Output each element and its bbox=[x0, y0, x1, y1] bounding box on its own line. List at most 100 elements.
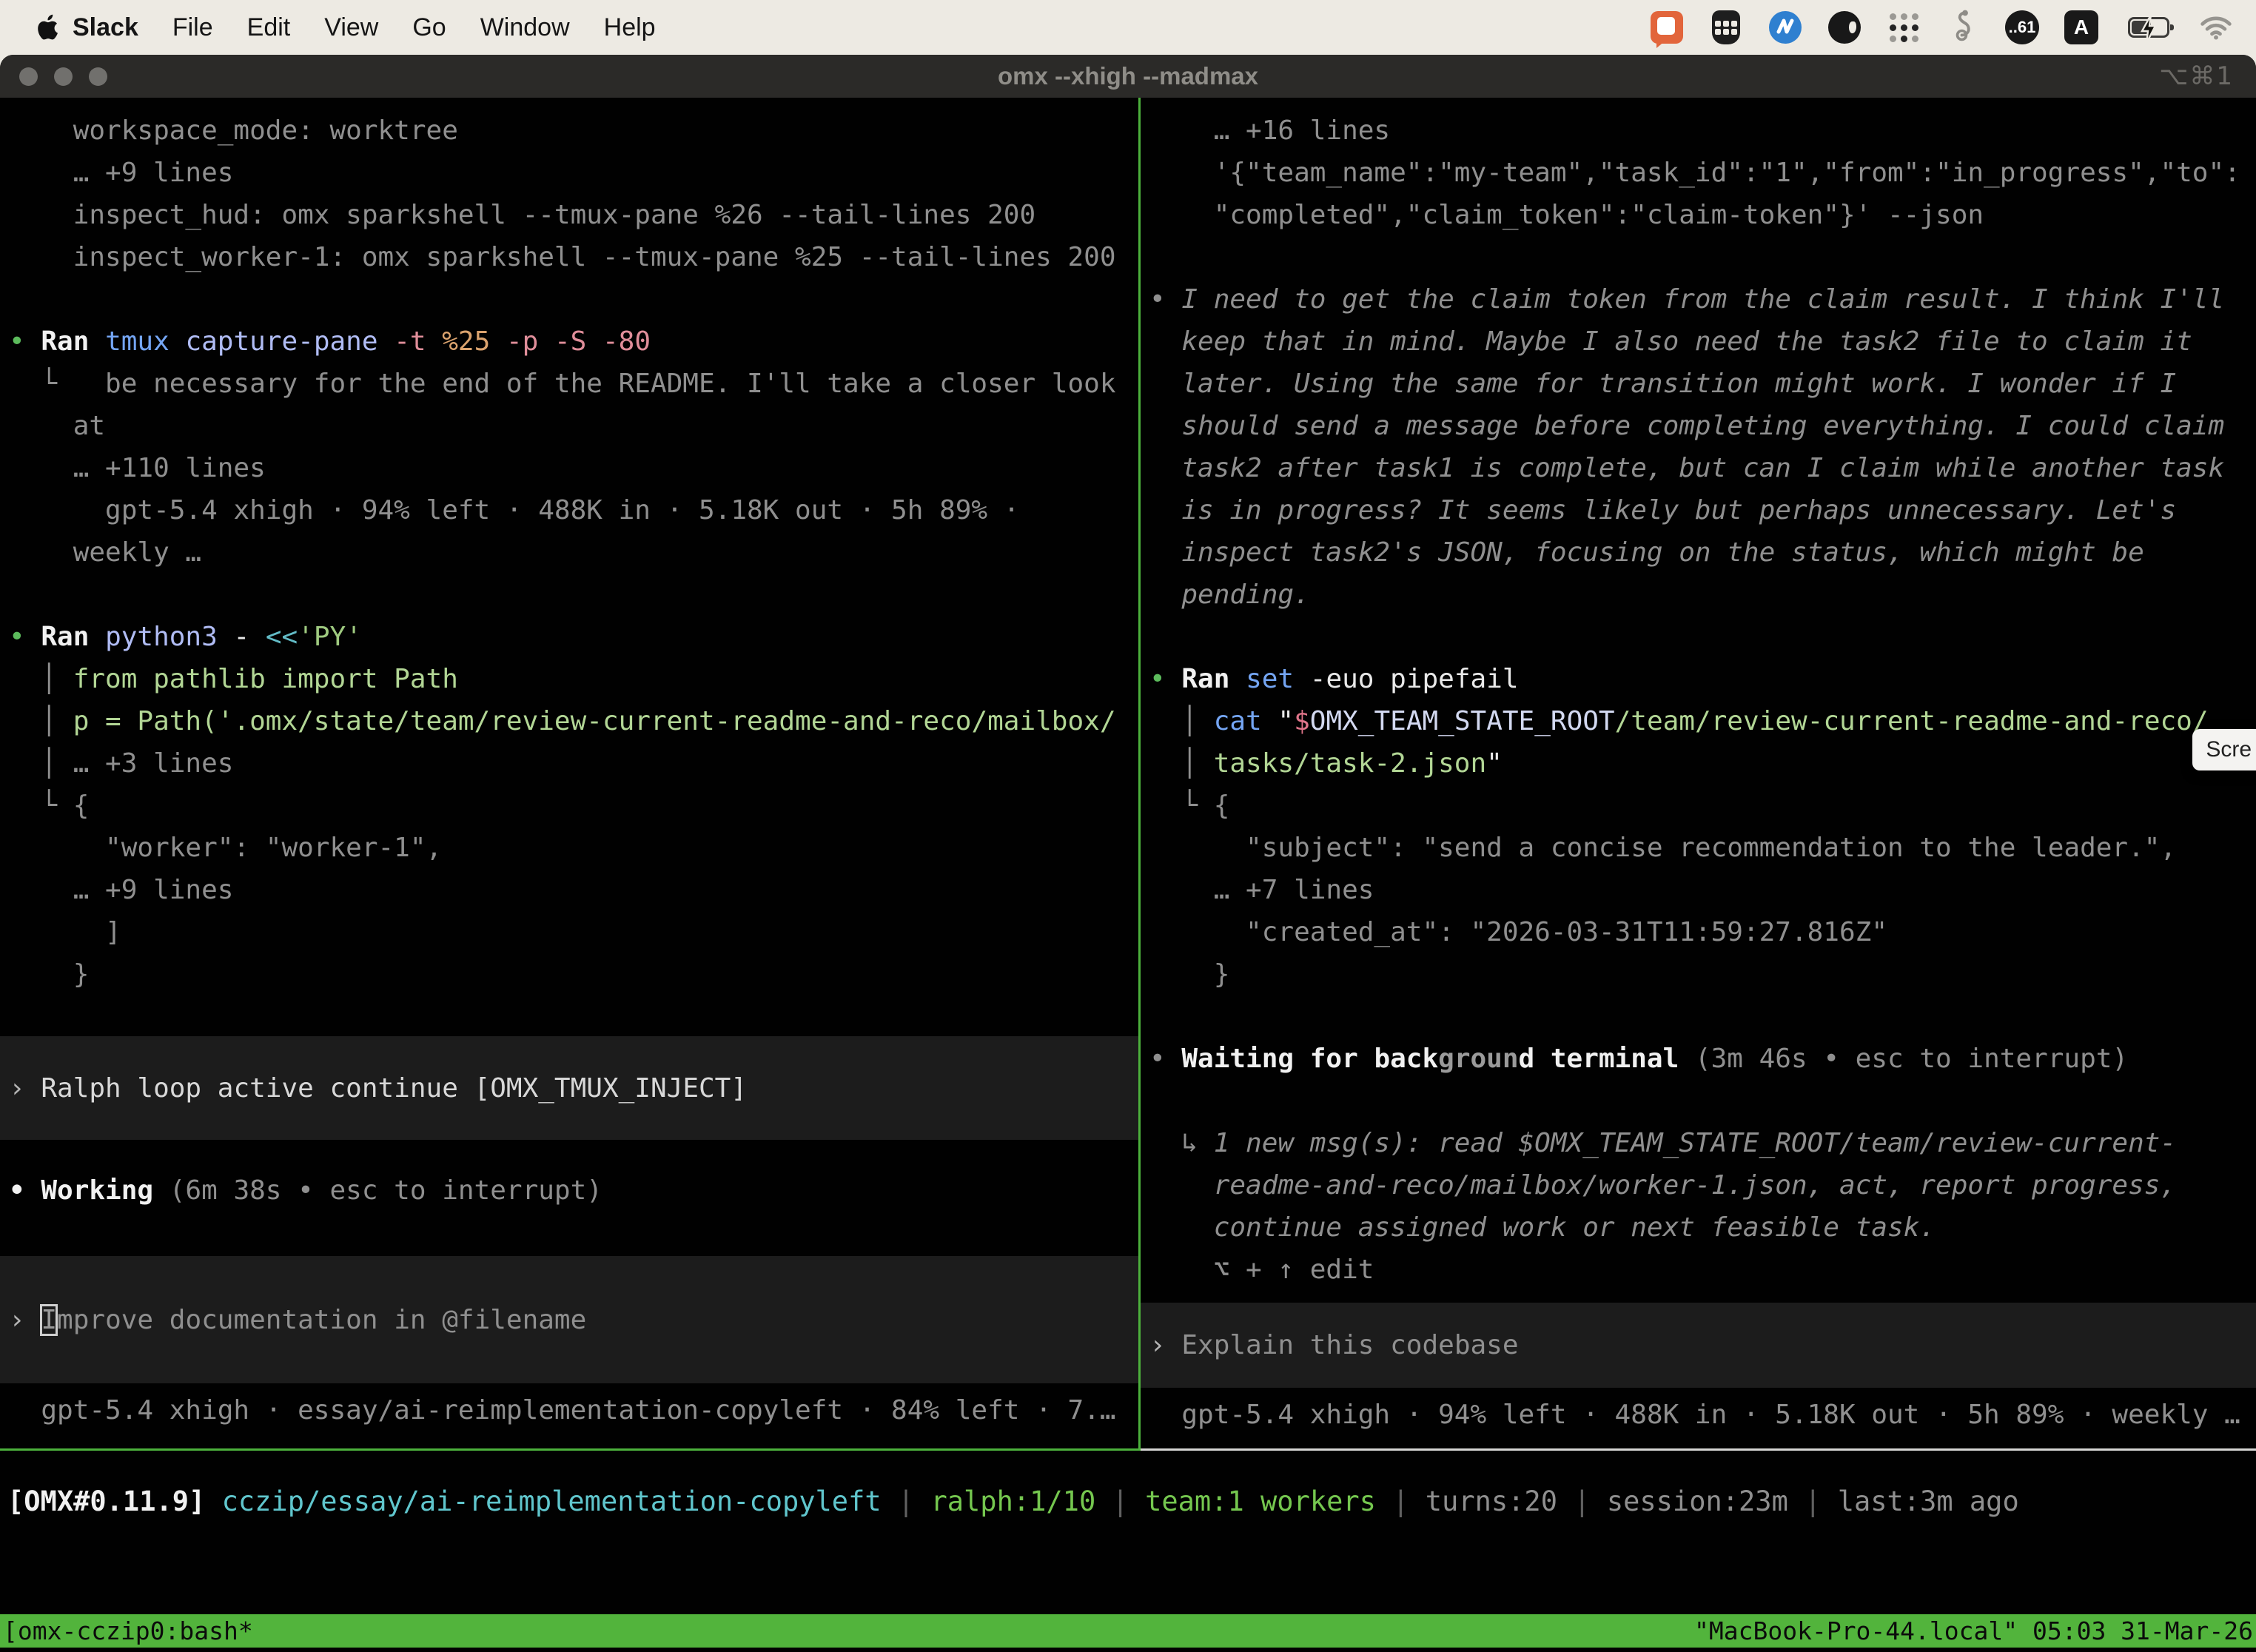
terminal-line: • Ran tmux capture-pane -t %25 -p -S -80 bbox=[0, 320, 1138, 363]
text-segment: › bbox=[1149, 1330, 1181, 1360]
menubar-status-icons: ..61 A bbox=[1649, 10, 2234, 45]
terminal-line: workspace_mode: worktree bbox=[0, 110, 1138, 152]
text-segment: … +9 lines bbox=[9, 875, 233, 905]
terminal-line: should send a message before completing … bbox=[1141, 405, 2256, 447]
terminal-line: readme-and-reco/mailbox/worker-1.json, a… bbox=[1141, 1164, 2256, 1206]
wifi-icon[interactable] bbox=[2198, 10, 2234, 45]
text-segment: session:23m bbox=[1607, 1485, 1805, 1517]
text-segment: keep that in mind. Maybe I also need the… bbox=[1149, 326, 2192, 357]
terminal-line: │ from pathlib import Path bbox=[0, 658, 1138, 700]
spacer bbox=[0, 1140, 1138, 1169]
text-segment: OMX_TEAM_STATE_ROOT bbox=[1310, 706, 1615, 736]
menu-item-slack[interactable]: Slack bbox=[73, 13, 138, 42]
terminal-line: • Ran python3 - <<'PY' bbox=[0, 616, 1138, 658]
text-segment: │ bbox=[9, 706, 73, 736]
terminal-line: task2 after task1 is complete, but can I… bbox=[1141, 447, 2256, 489]
text-segment: └ { bbox=[1149, 790, 1229, 821]
text-segment: Ran bbox=[41, 326, 105, 357]
text-segment: • bbox=[9, 622, 41, 652]
terminal-line: weekly … bbox=[0, 531, 1138, 574]
text-segment: from pathlib import Path bbox=[73, 664, 458, 694]
squiggle-icon[interactable] bbox=[1945, 10, 1981, 45]
count-badge-icon[interactable]: ..61 bbox=[2004, 10, 2040, 45]
menu-item-file[interactable]: File bbox=[172, 13, 213, 42]
text-segment: [OMX#0.11.9] bbox=[7, 1485, 222, 1517]
pane-hud[interactable]: workspace_mode: worktree … +9 lines insp… bbox=[0, 98, 1138, 1451]
text-segment: cczip/essay/ai-reimplementation-copyleft bbox=[222, 1485, 898, 1517]
terminal-line: gpt-5.4 xhigh · essay/ai-reimplementatio… bbox=[0, 1389, 1138, 1431]
text-segment: ] bbox=[9, 917, 121, 947]
pane-worker-1[interactable]: … +16 lines '{"team_name":"my-team","tas… bbox=[1141, 98, 2256, 1451]
tmux-panes: workspace_mode: worktree … +9 lines insp… bbox=[0, 98, 2256, 1451]
text-segment: set bbox=[1246, 664, 1310, 694]
text-segment: turns:20 bbox=[1426, 1485, 1574, 1517]
prompt-input-row[interactable]: › Explain this codebase bbox=[1141, 1303, 2256, 1388]
text-segment: inspect task2's JSON, focusing on the st… bbox=[1149, 537, 2144, 568]
terminal-line: later. Using the same for transition mig… bbox=[1141, 363, 2256, 405]
zoom-button[interactable] bbox=[89, 67, 107, 86]
text-segment: "completed","claim_token":"claim-token"}… bbox=[1149, 200, 1984, 230]
terminal-line: │ tasks/task-2.json" bbox=[1141, 742, 2256, 785]
terminal-line bbox=[0, 574, 1138, 616]
text-segment: " bbox=[1278, 706, 1294, 736]
text-segment: readme-and-reco/mailbox/worker-1.json, a… bbox=[1149, 1170, 2176, 1201]
terminal-line: └ { bbox=[1141, 785, 2256, 827]
text-segment: } bbox=[9, 959, 89, 990]
text-segment: last:3m ago bbox=[1838, 1485, 2019, 1517]
screen-record-icon[interactable] bbox=[1649, 10, 1685, 45]
terminal-line: "subject": "send a concise recommendatio… bbox=[1141, 827, 2256, 869]
text-segment: python3 bbox=[105, 622, 233, 652]
sync-app-icon[interactable] bbox=[1767, 10, 1803, 45]
terminal-line: "worker": "worker-1", bbox=[0, 827, 1138, 869]
screen-tooltip: Scre bbox=[2192, 729, 2256, 770]
menu-item-go[interactable]: Go bbox=[412, 13, 446, 42]
menubar: Slack File Edit View Go Window Help ..61… bbox=[0, 0, 2256, 55]
window-titlebar[interactable]: omx --xhigh --madmax ⌥⌘1 bbox=[0, 55, 2256, 98]
menu-item-edit[interactable]: Edit bbox=[247, 13, 291, 42]
menu-item-view[interactable]: View bbox=[324, 13, 378, 42]
terminal-line: … +16 lines bbox=[1141, 110, 2256, 152]
prompt-input-row[interactable]: › Ralph loop active continue [OMX_TMUX_I… bbox=[0, 1036, 1138, 1140]
text-segment: " bbox=[1486, 748, 1503, 779]
terminal-line: } bbox=[0, 953, 1138, 995]
apple-menu-icon[interactable] bbox=[33, 14, 62, 41]
text-segment: │ bbox=[1149, 748, 1214, 779]
text-segment: (3m 46s • esc to interrupt) bbox=[1695, 1044, 2128, 1074]
terminal-line bbox=[1141, 236, 2256, 278]
text-segment: << bbox=[266, 622, 298, 652]
tmux-status-bar: [omx-cczip0:bash* "MacBook-Pro-44.local"… bbox=[0, 1614, 2256, 1648]
menu-item-window[interactable]: Window bbox=[480, 13, 570, 42]
dots-grid-icon[interactable] bbox=[1886, 10, 1921, 45]
text-segment: -euo pipefail bbox=[1310, 664, 1519, 694]
spacer bbox=[1141, 1291, 2256, 1303]
shield-grid-icon[interactable] bbox=[1708, 10, 1744, 45]
pie-menu-icon[interactable] bbox=[1827, 10, 1862, 45]
text-segment: continue assigned work or next feasible … bbox=[1149, 1212, 1936, 1243]
text-segment: Waiting for back bbox=[1181, 1044, 1438, 1074]
battery-icon[interactable] bbox=[2123, 10, 2175, 45]
text-segment: gpt-5.4 xhigh · 94% left · 488K in · 5.1… bbox=[1149, 1400, 2240, 1430]
terminal-line: └ be necessary for the end of the README… bbox=[0, 363, 1138, 405]
menu-items: Slack File Edit View Go Window Help bbox=[73, 13, 656, 42]
text-segment: weekly … bbox=[9, 537, 201, 568]
text-segment: '{"team_name":"my-team","task_id":"1","f… bbox=[1149, 158, 2240, 188]
text-segment: } bbox=[1149, 959, 1229, 990]
text-segment: └ be necessary for the end of the README… bbox=[9, 369, 1116, 399]
text-segment: pending. bbox=[1149, 580, 1310, 610]
minimize-button[interactable] bbox=[54, 67, 73, 86]
terminal-line bbox=[1141, 1080, 2256, 1122]
text-segment: ⌥ + ↑ edit bbox=[1149, 1255, 1374, 1285]
terminal-line: keep that in mind. Maybe I also need the… bbox=[1141, 320, 2256, 363]
menu-item-help[interactable]: Help bbox=[604, 13, 656, 42]
terminal-line: [OMX#0.11.9] cczip/essay/ai-reimplementa… bbox=[0, 1480, 2256, 1522]
prompt-input-row[interactable]: › Improve documentation in @filename bbox=[0, 1256, 1138, 1383]
text-segment: │ bbox=[1149, 706, 1214, 736]
window-title: omx --xhigh --madmax bbox=[998, 62, 1258, 90]
close-button[interactable] bbox=[19, 67, 38, 86]
text-segment: › bbox=[9, 1305, 41, 1335]
input-source-icon[interactable]: A bbox=[2064, 10, 2099, 45]
text-segment: | bbox=[1574, 1485, 1607, 1517]
text-segment: workspace_mode: worktree bbox=[9, 115, 458, 146]
terminal-line: └ { bbox=[0, 785, 1138, 827]
terminal-line: • Working (6m 38s • esc to interrupt) bbox=[0, 1169, 1138, 1212]
